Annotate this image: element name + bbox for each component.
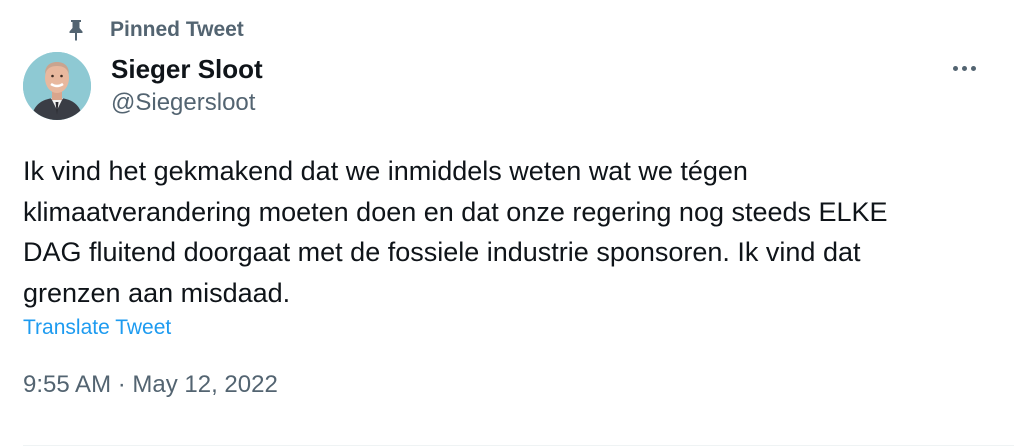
pin-icon bbox=[69, 20, 83, 41]
translate-tweet-link[interactable]: Translate Tweet bbox=[23, 316, 171, 340]
tweet-text: Ik vind het gekmakend dat we inmiddels w… bbox=[23, 156, 888, 308]
author-handle[interactable]: @Siegersloot bbox=[111, 87, 263, 119]
more-options-button[interactable] bbox=[944, 58, 984, 78]
author-display-name[interactable]: Sieger Sloot bbox=[111, 53, 263, 85]
tweet-timestamp[interactable]: 9:55 AM · May 12, 2022 bbox=[23, 371, 278, 399]
pinned-label: Pinned Tweet bbox=[110, 18, 244, 41]
more-icon bbox=[952, 65, 976, 71]
pinned-tweet-indicator: Pinned Tweet bbox=[68, 18, 244, 42]
avatar-image bbox=[23, 52, 91, 120]
avatar[interactable] bbox=[23, 52, 91, 120]
divider bbox=[23, 445, 1014, 446]
author-info: Sieger Sloot @Siegersloot bbox=[111, 53, 263, 119]
